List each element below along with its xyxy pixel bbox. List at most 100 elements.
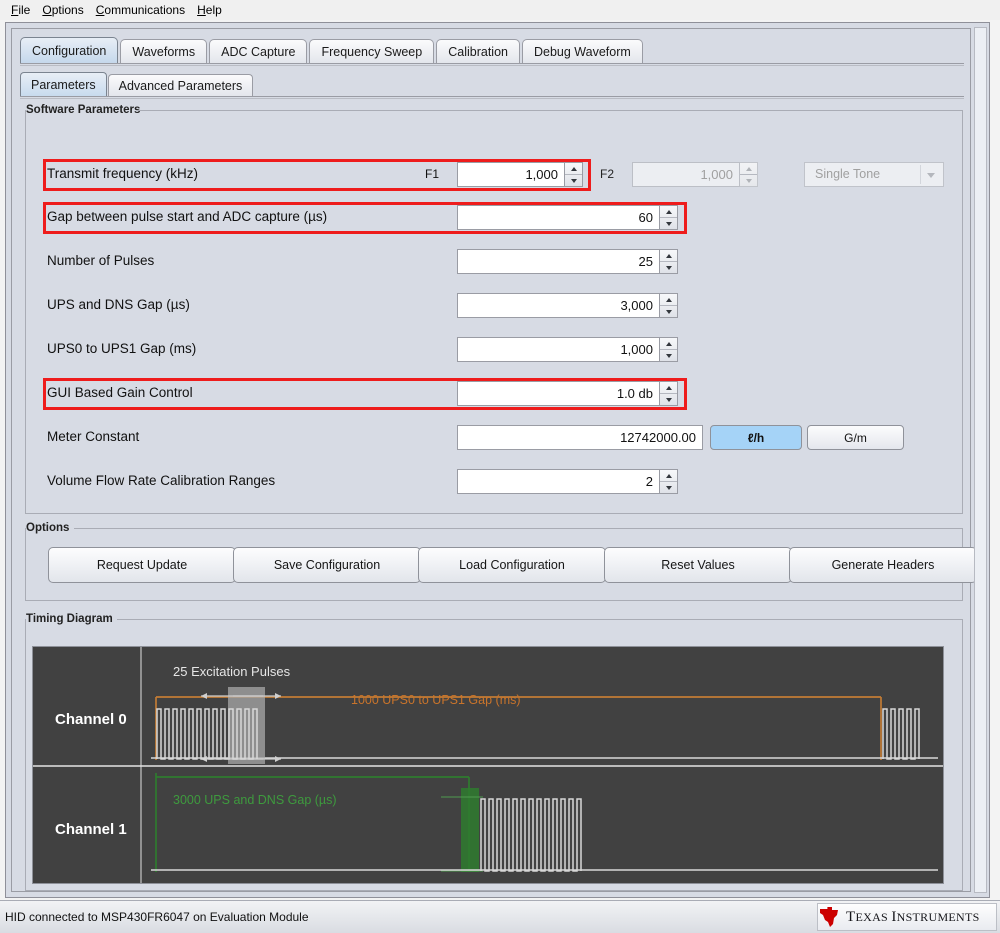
- param-label-ups0-ups1-gap: UPS0 to UPS1 Gap (ms): [47, 341, 197, 356]
- ti-wordmark: TEXAS INSTRUMENTS: [846, 908, 980, 925]
- button-reset-values[interactable]: Reset Values: [604, 547, 792, 583]
- spinner-down-icon[interactable]: [660, 482, 677, 493]
- menu-file[interactable]: File: [6, 2, 37, 18]
- timing-diagram-svg: Channel 0 Channel 1 25 Excitation Pulses…: [33, 647, 943, 883]
- sub-tab-separator: [20, 96, 964, 99]
- button-save-configuration[interactable]: Save Configuration: [233, 547, 421, 583]
- spinner-ups-dns-gap[interactable]: [660, 293, 678, 318]
- spinner-up-icon[interactable]: [660, 294, 677, 306]
- param-tag-f1: F1: [425, 167, 440, 181]
- status-message: HID connected to MSP430FR6047 on Evaluat…: [5, 910, 309, 924]
- spinner-up-icon[interactable]: [565, 163, 582, 175]
- input-number-of-pulses[interactable]: 25: [457, 249, 660, 274]
- input-meter-constant[interactable]: 12742000.00: [457, 425, 703, 450]
- input-gain-control[interactable]: 1.0 db: [457, 381, 660, 406]
- tab-frequency-sweep-label: Frequency Sweep: [321, 45, 423, 59]
- tab-configuration[interactable]: Configuration: [20, 37, 119, 63]
- menu-communications[interactable]: Communications: [91, 2, 192, 18]
- menu-options[interactable]: Options: [37, 2, 90, 18]
- button-request-update[interactable]: Request Update: [48, 547, 236, 583]
- param-row-ups0-ups1-gap: UPS0 to UPS1 Gap (ms) 1,000: [25, 332, 963, 368]
- button-generate-headers[interactable]: Generate Headers: [789, 547, 977, 583]
- spinner-down-icon[interactable]: [740, 175, 757, 186]
- subtab-advanced-parameters[interactable]: Advanced Parameters: [107, 74, 254, 96]
- timing-channel1-label: Channel 1: [55, 821, 127, 838]
- spinner-transmit-frequency-f2[interactable]: [740, 162, 758, 187]
- param-label-volume-flow-ranges: Volume Flow Rate Calibration Ranges: [47, 473, 276, 488]
- spinner-down-icon[interactable]: [660, 306, 677, 317]
- input-transmit-frequency-f2[interactable]: 1,000: [632, 162, 740, 187]
- dropdown-tone-mode[interactable]: Single Tone: [804, 162, 944, 187]
- menu-help[interactable]: Help: [192, 2, 229, 18]
- spinner-transmit-frequency-f1[interactable]: [565, 162, 583, 187]
- spinner-volume-flow-ranges[interactable]: [660, 469, 678, 494]
- param-tag-f2: F2: [600, 167, 615, 181]
- param-label-transmit-frequency: Transmit frequency (kHz): [47, 166, 199, 181]
- spinner-up-icon[interactable]: [660, 338, 677, 350]
- subtab-parameters[interactable]: Parameters: [20, 72, 107, 96]
- tab-debug-waveform[interactable]: Debug Waveform: [521, 39, 643, 63]
- timing-diagram-canvas: Channel 0 Channel 1 25 Excitation Pulses…: [32, 646, 944, 884]
- input-volume-flow-ranges[interactable]: 2: [457, 469, 660, 494]
- ti-texas-map-icon: [820, 907, 838, 927]
- menu-bar: File Options Communications Help: [0, 0, 1000, 20]
- input-ups-dns-gap[interactable]: 3,000: [457, 293, 660, 318]
- tab-adc-capture-label: ADC Capture: [221, 45, 296, 59]
- tab-calibration[interactable]: Calibration: [436, 39, 520, 63]
- input-ups0-ups1-gap[interactable]: 1,000: [457, 337, 660, 362]
- spinner-down-icon[interactable]: [660, 262, 677, 273]
- param-label-ups-dns-gap: UPS and DNS Gap (µs): [47, 297, 190, 312]
- texas-instruments-logo: TEXAS INSTRUMENTS: [817, 903, 997, 931]
- subtab-advanced-parameters-label: Advanced Parameters: [118, 79, 243, 93]
- spinner-up-icon[interactable]: [660, 206, 677, 218]
- param-row-adc-gap: Gap between pulse start and ADC capture …: [25, 200, 963, 236]
- spinner-ups0-ups1-gap[interactable]: [660, 337, 678, 362]
- application-window: File Options Communications Help Configu…: [0, 0, 1000, 933]
- tab-waveforms[interactable]: Waveforms: [120, 39, 208, 63]
- param-row-gain-control: GUI Based Gain Control 1.0 db: [25, 376, 963, 412]
- param-label-number-of-pulses: Number of Pulses: [47, 253, 155, 268]
- chevron-down-icon: [927, 173, 935, 178]
- dropdown-divider: [920, 165, 921, 184]
- unit-button-liters-per-hour[interactable]: ℓ/h: [710, 425, 802, 450]
- timing-annotation-ups-dns: 3000 UPS and DNS Gap (µs): [173, 793, 337, 807]
- options-button-row: Request Update Save Configuration Load C…: [25, 547, 977, 583]
- spinner-down-icon[interactable]: [660, 394, 677, 405]
- timing-annotation-ups0-ups1: 1000 UPS0 to UPS1 Gap (ms): [351, 693, 521, 707]
- tab-waveforms-label: Waveforms: [132, 45, 196, 59]
- spinner-down-icon[interactable]: [565, 175, 582, 186]
- unit-button-gallons-per-minute[interactable]: G/m: [807, 425, 904, 450]
- spinner-down-icon[interactable]: [660, 350, 677, 361]
- tab-adc-capture[interactable]: ADC Capture: [209, 39, 308, 63]
- spinner-gain-control[interactable]: [660, 381, 678, 406]
- param-label-adc-gap: Gap between pulse start and ADC capture …: [47, 209, 328, 224]
- main-tab-separator: [20, 63, 964, 66]
- param-label-meter-constant: Meter Constant: [47, 429, 140, 444]
- vertical-scrollbar[interactable]: [974, 27, 987, 893]
- subtab-parameters-label: Parameters: [31, 78, 96, 92]
- input-transmit-frequency-f1[interactable]: 1,000: [457, 162, 565, 187]
- param-label-gain-control: GUI Based Gain Control: [47, 385, 193, 400]
- spinner-adc-gap[interactable]: [660, 205, 678, 230]
- spinner-number-of-pulses[interactable]: [660, 249, 678, 274]
- sub-tab-strip: Parameters Advanced Parameters: [20, 72, 964, 97]
- button-load-configuration[interactable]: Load Configuration: [418, 547, 606, 583]
- dropdown-tone-mode-value: Single Tone: [815, 167, 881, 181]
- spinner-up-icon[interactable]: [660, 470, 677, 482]
- param-row-number-of-pulses: Number of Pulses 25: [25, 244, 963, 280]
- parameters-panel: Transmit frequency (kHz) F1 1,000 F2 1,0…: [25, 117, 963, 517]
- param-row-transmit-frequency: Transmit frequency (kHz) F1 1,000 F2 1,0…: [25, 157, 963, 193]
- spinner-up-icon[interactable]: [660, 382, 677, 394]
- tab-calibration-label: Calibration: [448, 45, 508, 59]
- input-adc-gap[interactable]: 60: [457, 205, 660, 230]
- spinner-down-icon[interactable]: [660, 218, 677, 229]
- main-tab-strip: Configuration Waveforms ADC Capture Frequen…: [20, 37, 964, 64]
- tab-frequency-sweep[interactable]: Frequency Sweep: [309, 39, 435, 63]
- window-content-panel: Configuration Waveforms ADC Capture Frequen…: [11, 28, 977, 892]
- param-row-meter-constant: Meter Constant 12742000.00 ℓ/h G/m: [25, 420, 963, 456]
- param-row-volume-flow-ranges: Volume Flow Rate Calibration Ranges 2: [25, 464, 963, 500]
- spinner-up-icon[interactable]: [740, 163, 757, 175]
- spinner-up-icon[interactable]: [660, 250, 677, 262]
- param-row-ups-dns-gap: UPS and DNS Gap (µs) 3,000: [25, 288, 963, 324]
- tab-configuration-label: Configuration: [32, 44, 107, 58]
